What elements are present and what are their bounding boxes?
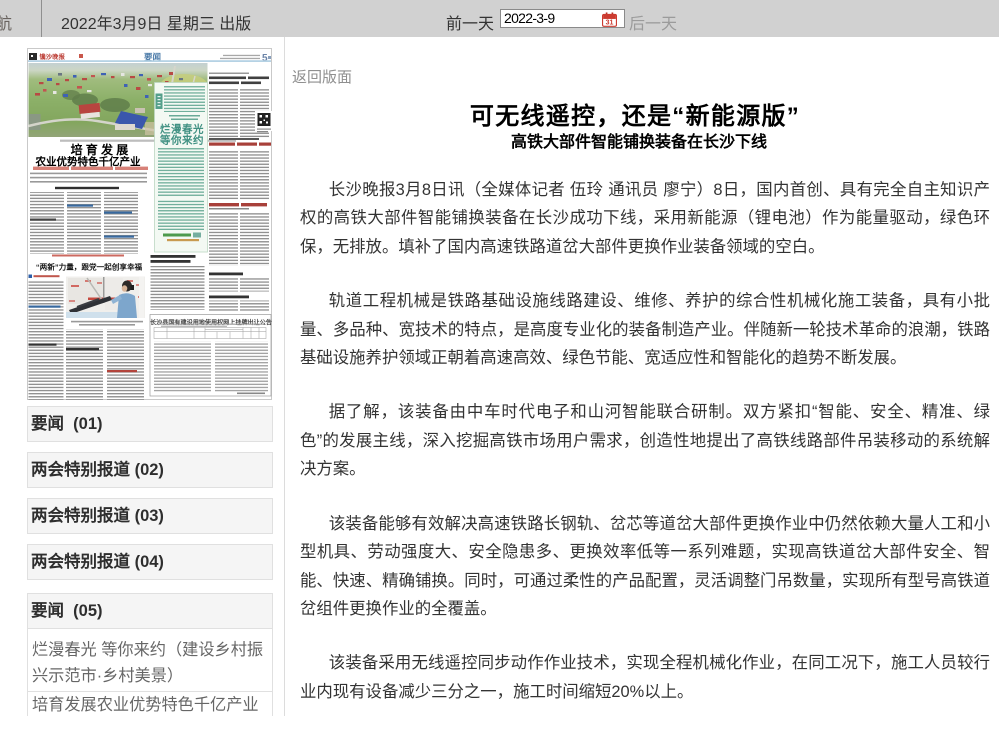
svg-text:等你来约: 等你来约 xyxy=(159,133,204,146)
svg-text:5: 5 xyxy=(262,53,268,64)
svg-text:培育发展: 培育发展 xyxy=(71,142,132,157)
svg-text:镵沙晚报: 镵沙晚报 xyxy=(40,53,66,61)
svg-text:31: 31 xyxy=(606,19,614,26)
svg-text:农业优势特色千亿产业: 农业优势特色千亿产业 xyxy=(35,155,141,168)
svg-text:长沙县国有建设用地使用权网上挂牌出让公告: 长沙县国有建设用地使用权网上挂牌出让公告 xyxy=(150,319,272,327)
svg-text:“两新”力量，跟党一起创享幸福: “两新”力量，跟党一起创享幸福 xyxy=(36,262,143,272)
